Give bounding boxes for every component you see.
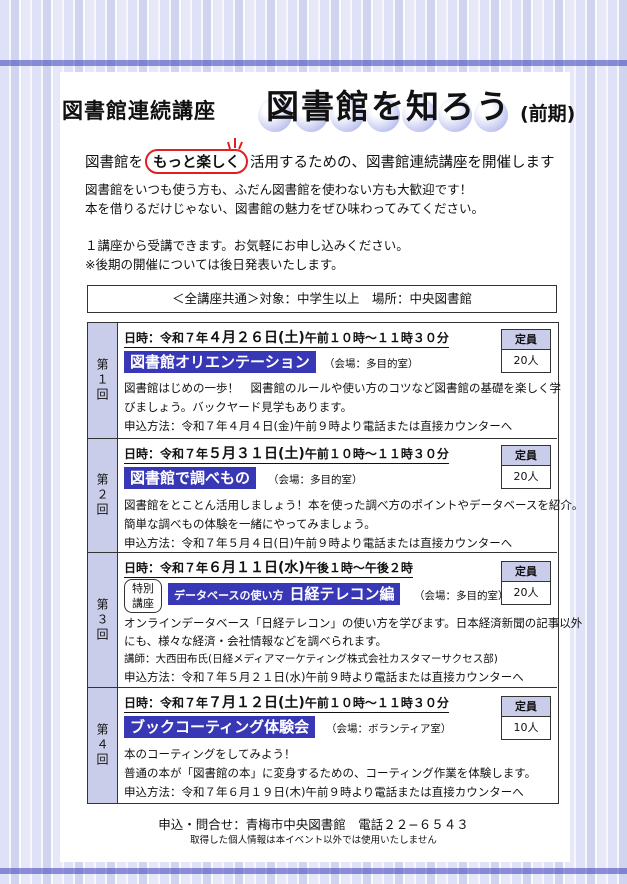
lead-after: 活用するための、図書館連続講座を開催します [250, 155, 555, 171]
application-method: 申込方法：令和７年５月４日(日)午前９時より電話または直接カウンターへ [124, 536, 513, 550]
capacity-value: 20人 [513, 586, 539, 599]
description-line: 本のコーティングをしてみよう！ [124, 747, 296, 761]
description-line: びましょう。バックヤード見学もあります。 [124, 400, 353, 414]
application-method: 申込方法：令和７年４月４日(金)午前９時より電話または直接カウンターへ [124, 419, 513, 433]
capacity-box: 定員 20人 [501, 561, 551, 605]
privacy-notice: 取得した個人情報は本イベント以外では使用いたしません [190, 835, 437, 846]
venue: （会場：多目的室） [324, 358, 419, 370]
session-number: 第３回 [88, 553, 118, 687]
series-label: 図書館連続講座 [62, 99, 216, 123]
course-title: ブックコーティング体験会 [124, 716, 316, 738]
lead-text: 図書館を もっと楽しく 活用するための、図書館連続講座を開催します [85, 149, 555, 174]
capacity-label: 定員 [502, 562, 550, 582]
instructor: 講師：大西田布氏(日経メディアマーケティング株式会社カスタマーサクセス部) [124, 653, 498, 665]
course-title: 図書館オリエンテーション [124, 351, 316, 373]
venue: （会場：多目的室） [268, 474, 363, 486]
lead-highlight: もっと楽しく [145, 149, 248, 174]
course-title: データベースの使い方 日経テレコン編 [168, 583, 401, 605]
contact-info: 申込・問合せ：青梅市中央図書館 電話２２−６５４３ [158, 817, 469, 832]
capacity-value: 20人 [513, 470, 539, 483]
title-block: 図書館を知ろう [258, 80, 520, 132]
page-title: 図書館を知ろう [266, 87, 511, 126]
description-line: 普通の本が「図書館の本」に変身するための、コーティング作業を体験します。 [124, 766, 537, 780]
special-lecture-badge: 特別 講座 [124, 579, 162, 613]
session-date: 日時：令和７年７月１２日(土)午前１０時〜１１時３０分 [124, 692, 449, 713]
capacity-box: 定員 20人 [501, 445, 551, 489]
capacity-box: 定員 10人 [501, 696, 551, 740]
application-method: 申込方法：令和７年５月２１日(水)午前９時より電話または直接カウンターへ [124, 670, 524, 684]
capacity-label: 定員 [502, 446, 550, 466]
description-line: にも、様々な経済・会社情報などを調べられます。 [124, 634, 388, 648]
application-method: 申込方法：令和７年６月１９日(木)午前９時より電話または直接カウンターへ [124, 785, 524, 799]
session-date: 日時：令和７年６月１１日(水)午後１時〜午後２時 [124, 557, 413, 578]
course-title: 図書館で調べもの [124, 467, 257, 489]
capacity-label: 定員 [502, 697, 550, 717]
session-row: 第１回 日時：令和７年４月２６日(土)午前１０時〜１１時３０分 図書館オリエンテ… [88, 323, 561, 439]
lead-before: 図書館を [85, 155, 143, 171]
sparkle-icon [227, 138, 243, 150]
description-line: 図書館はじめの一歩！ 図書館のルールや使い方のコツなど図書館の基礎を楽しく学 [124, 381, 561, 395]
capacity-box: 定員 20人 [501, 329, 551, 373]
intro-line: 図書館をいつも使う方も、ふだん図書館を使わない方も大歓迎です！ [85, 182, 473, 197]
capacity-label: 定員 [502, 330, 550, 350]
description-line: 図書館をとことん活用しましょう！本を使った調べ方のポイントやデータベースを紹介。 [124, 498, 584, 512]
session-number: 第４回 [88, 688, 118, 803]
session-number: 第２回 [88, 439, 118, 552]
description-line: 簡単な調べもの体験を一緒にやってみましょう。 [124, 517, 376, 531]
term-label: (前期) [520, 103, 576, 125]
common-info-box: ＜全講座共通＞対象：中学生以上 場所：中央図書館 [87, 285, 557, 313]
session-date: 日時：令和７年５月３１日(土)午前１０時〜１１時３０分 [124, 443, 449, 464]
intro-line: 本を借りるだけじゃない、図書館の魅力をぜひ味わってみてください。 [85, 201, 485, 216]
capacity-value: 10人 [513, 721, 539, 734]
description-line: オンラインデータベース「日経テレコン」の使い方を学びます。日本経済新聞の記事以外 [124, 616, 583, 630]
capacity-value: 20人 [513, 354, 539, 367]
session-row: 第３回 日時：令和７年６月１１日(水)午後１時〜午後２時 特別 講座 データベース… [88, 553, 582, 688]
venue: （会場：ボランティア室） [326, 723, 452, 735]
session-row: 第２回 日時：令和７年５月３１日(土)午前１０時〜１１時３０分 図書館で調べもの… [88, 439, 583, 553]
intro-line: １講座から受講できます。お気軽にお申し込みください。 [85, 238, 409, 253]
intro-line: ※後期の開催については後日発表いたします。 [85, 257, 344, 272]
shelf-band [0, 868, 627, 874]
session-date: 日時：令和７年４月２６日(土)午前１０時〜１１時３０分 [124, 327, 449, 348]
sessions-table: 第１回 日時：令和７年４月２６日(土)午前１０時〜１１時３０分 図書館オリエンテ… [87, 322, 583, 804]
session-number: 第１回 [88, 323, 118, 438]
session-row: 第４回 日時：令和７年７月１２日(土)午前１０時〜１１時３０分 ブックコーティン… [88, 688, 557, 803]
venue: （会場：多目的室） [414, 590, 509, 602]
shelf-band [0, 60, 627, 66]
